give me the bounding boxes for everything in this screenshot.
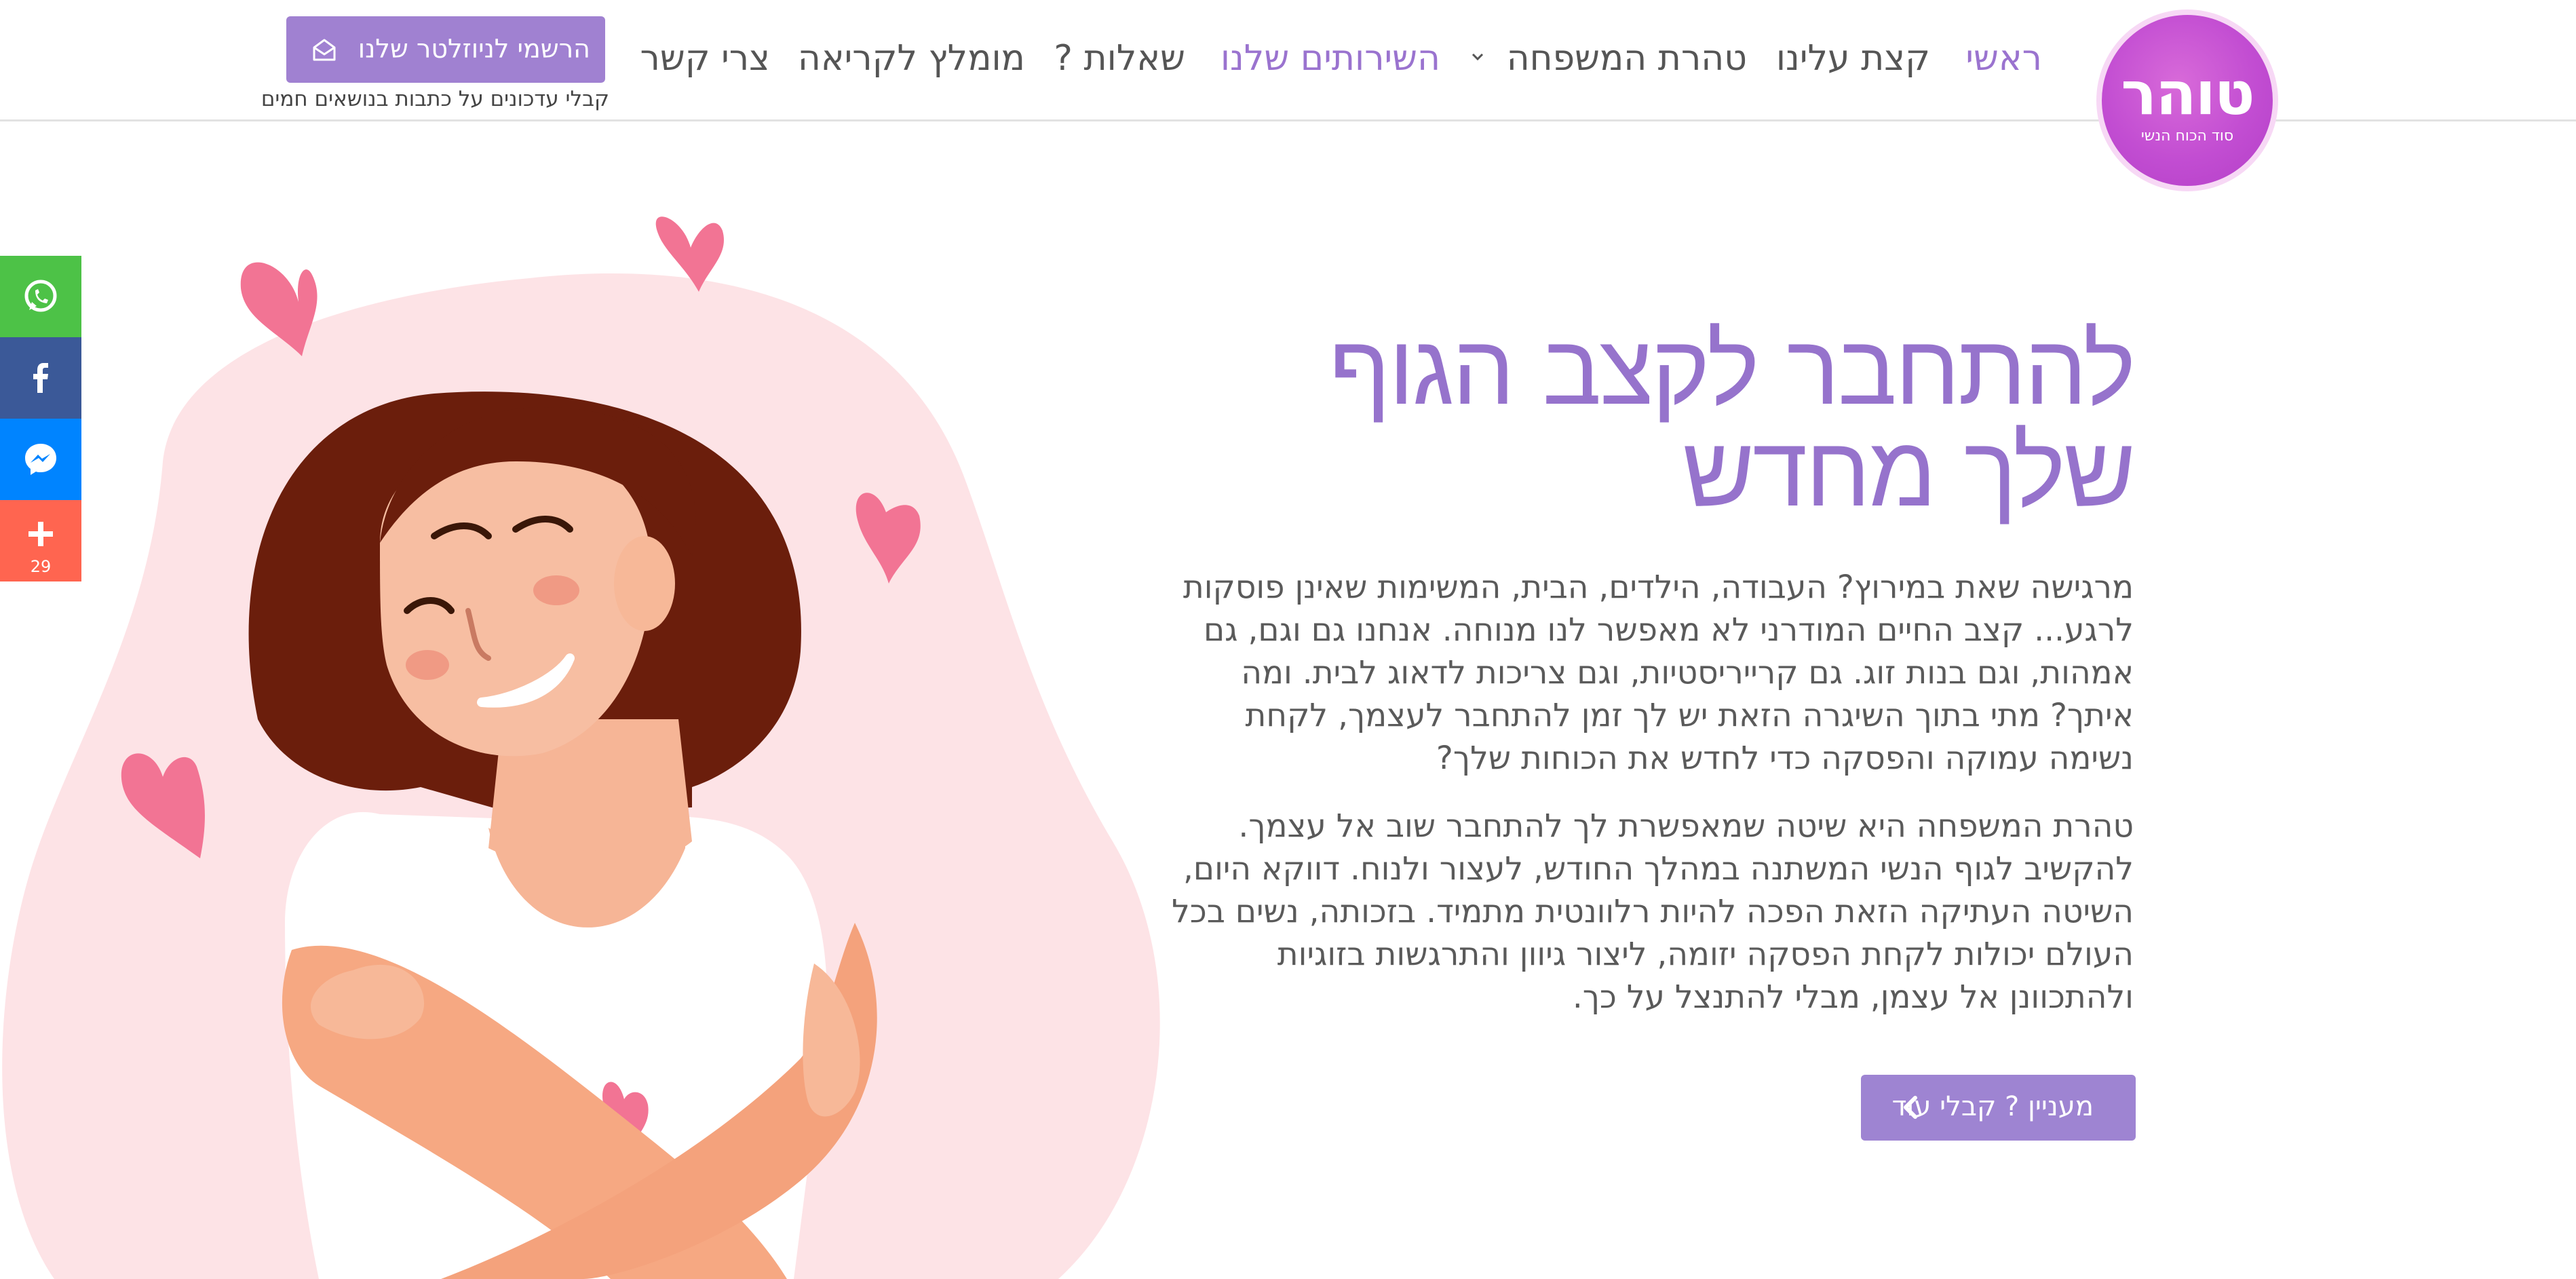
- newsletter-button[interactable]: הרשמי לניוזלטר שלנו: [286, 16, 605, 83]
- nav-home[interactable]: ראשי: [1965, 38, 2042, 79]
- logo-subtitle: סוד הכוח הנשי: [2140, 128, 2234, 145]
- newsletter-label: הרשמי לניוזלטר שלנו: [358, 34, 590, 64]
- nav-contact[interactable]: צרי קשר: [640, 38, 770, 79]
- nav-services[interactable]: השירותים שלנו: [1220, 38, 1440, 79]
- nav-family-purity[interactable]: טהרת המשפחה: [1507, 38, 1747, 79]
- nav-recommended-reading[interactable]: מומלץ לקריאה: [798, 38, 1025, 79]
- learn-more-button[interactable]: מעניין ? קבלי עוד: [1861, 1075, 2136, 1141]
- chevron-down-icon[interactable]: [1471, 50, 1484, 64]
- site-logo[interactable]: טוהר סוד הכוח הנשי: [2102, 15, 2273, 186]
- hero-title: להתחבר לקצב הגוף שלך מחדש: [1328, 312, 2136, 529]
- learn-more-label: מעניין ? קבלי עוד: [1891, 1091, 2094, 1122]
- nav-questions[interactable]: שאלות ?: [1054, 38, 1185, 79]
- envelope-open-icon: [313, 39, 336, 61]
- logo-text: טוהר: [2121, 58, 2254, 128]
- hugging-woman-illustration: [2, 216, 1160, 1279]
- chevron-left-icon: [1904, 1096, 1917, 1119]
- hero-paragraph-2: טהרת המשפחה היא שיטה שמאפשרת לך להתחבר ש…: [1172, 807, 2134, 1016]
- hero-paragraph-1: מרגישה שאת במירוץ? העבודה, הילדים, הבית,…: [1183, 569, 2134, 777]
- newsletter-subtext: קבלי עדכונים על כתבות בנושאים חמים: [261, 87, 609, 111]
- nav-about[interactable]: קצת עלינו: [1776, 38, 1930, 79]
